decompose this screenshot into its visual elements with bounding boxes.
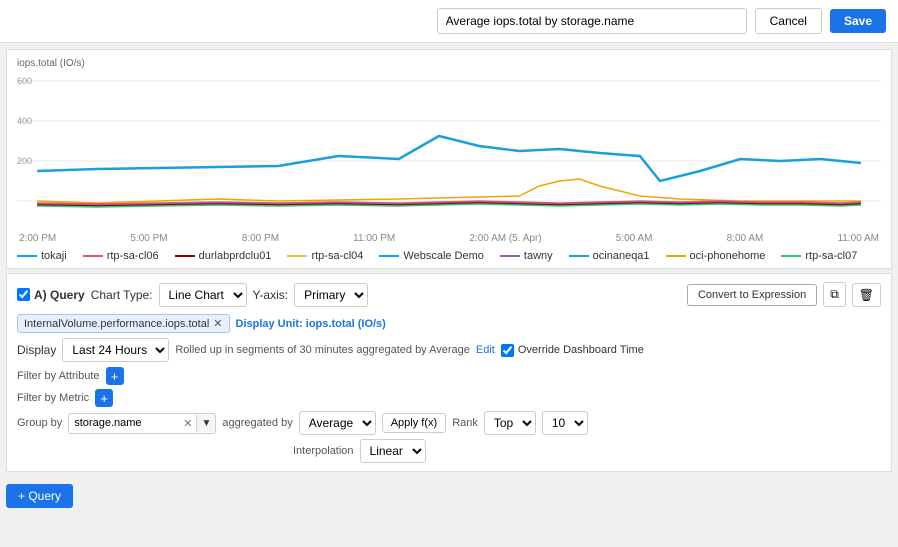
query-a-label: A) Query	[34, 288, 85, 302]
x-label: 2:00 AM (5. Apr)	[469, 233, 541, 244]
interp-label: Interpolation	[293, 445, 354, 457]
x-label: 2:00 PM	[19, 233, 56, 244]
filter-metric-row: Filter by Metric +	[17, 389, 881, 407]
rank-number-select[interactable]: 10	[542, 411, 588, 435]
group-by-input[interactable]	[69, 414, 179, 432]
svg-text:400: 400	[17, 116, 32, 126]
x-label: 5:00 PM	[130, 233, 167, 244]
display-label: Display	[17, 343, 56, 357]
group-by-dropdown-button[interactable]: ▼	[196, 415, 215, 432]
group-by-row: Group by ✕ ▼ aggregated by Average Apply…	[17, 411, 881, 435]
legend-item: tokaji	[17, 250, 67, 262]
chart-y-label: iops.total (IO/s)	[17, 58, 881, 69]
edit-link[interactable]: Edit	[476, 344, 495, 356]
svg-text:200: 200	[17, 156, 32, 166]
chart-type-select[interactable]: Line Chart	[159, 283, 247, 307]
interpolation-row: Interpolation Linear	[17, 439, 881, 463]
metric-tag-text: InternalVolume.performance.iops.total	[24, 318, 209, 330]
legend-item: tawny	[500, 250, 553, 262]
legend-item: oci-phonehome	[666, 250, 766, 262]
rank-value-select[interactable]: Top	[484, 411, 536, 435]
aggregated-by-label: aggregated by	[222, 417, 292, 429]
chart-legend: tokaji rtp-sa-cl06 durlabprdclu01 rtp-sa…	[17, 250, 881, 262]
group-by-clear-button[interactable]: ✕	[179, 414, 196, 433]
legend-item: rtp-sa-cl04	[287, 250, 363, 262]
apply-fn-button[interactable]: Apply f(x)	[382, 413, 446, 433]
group-by-label: Group by	[17, 417, 62, 429]
filter-attribute-row: Filter by Attribute +	[17, 367, 881, 385]
chart-svg: 600 400 200	[17, 71, 881, 231]
cancel-button[interactable]: Cancel	[755, 8, 822, 34]
title-input[interactable]	[437, 8, 747, 34]
legend-item: Webscale Demo	[379, 250, 484, 262]
x-label: 11:00 PM	[353, 233, 395, 244]
y-axis-select-wrap: Primary	[294, 283, 368, 307]
y-axis-label: Y-axis:	[253, 288, 289, 302]
legend-item: rtp-sa-cl06	[83, 250, 159, 262]
convert-expression-button[interactable]: Convert to Expression	[687, 284, 817, 306]
legend-item: rtp-sa-cl07	[781, 250, 857, 262]
legend-item: durlabprdclu01	[175, 250, 272, 262]
query-section: A) Query Chart Type: Line Chart Y-axis: …	[6, 273, 892, 472]
interp-select[interactable]: Linear	[360, 439, 426, 463]
x-label: 11:00 AM	[837, 233, 879, 244]
add-filter-attribute-button[interactable]: +	[106, 367, 124, 385]
top-bar: Cancel Save	[0, 0, 898, 43]
delete-icon-button[interactable]: 🗑	[852, 283, 881, 307]
save-button[interactable]: Save	[830, 9, 886, 33]
x-label: 8:00 AM	[727, 233, 764, 244]
query-row-3: Display Last 24 Hours Rolled up in segme…	[17, 338, 881, 362]
metric-tag: InternalVolume.performance.iops.total ✕	[17, 314, 230, 333]
chart-type-label: Chart Type:	[91, 288, 153, 302]
override-text: Override Dashboard Time	[518, 344, 644, 356]
x-label: 5:00 AM	[616, 233, 653, 244]
legend-item: ocinaneqa1	[569, 250, 650, 262]
metric-remove-button[interactable]: ✕	[213, 317, 222, 330]
chart-x-labels: 2:00 PM 5:00 PM 8:00 PM 11:00 PM 2:00 AM…	[17, 233, 881, 244]
chart-type-select-wrap: Line Chart	[159, 283, 247, 307]
copy-icon-button[interactable]: ⧉	[823, 282, 846, 307]
chart-section: iops.total (IO/s) 600 400 200 2:0	[6, 49, 892, 269]
query-row-2: InternalVolume.performance.iops.total ✕ …	[17, 314, 881, 333]
filter-attribute-label: Filter by Attribute	[17, 370, 100, 382]
add-query-button[interactable]: + Query	[6, 484, 73, 508]
rolled-text: Rolled up in segments of 30 minutes aggr…	[175, 344, 470, 356]
chart-area: 600 400 200	[17, 71, 881, 231]
rank-label: Rank	[452, 417, 478, 429]
time-range-select[interactable]: Last 24 Hours	[62, 338, 169, 362]
x-label: 8:00 PM	[242, 233, 279, 244]
display-unit-label[interactable]: Display Unit: iops.total (IO/s)	[236, 318, 386, 330]
group-by-input-wrap: ✕ ▼	[68, 413, 216, 434]
query-checkbox[interactable]	[17, 288, 30, 301]
svg-text:600: 600	[17, 76, 32, 86]
override-label[interactable]: Override Dashboard Time	[501, 344, 644, 357]
aggregated-by-select[interactable]: Average	[299, 411, 376, 435]
filter-metric-label: Filter by Metric	[17, 392, 89, 404]
query-row-1: A) Query Chart Type: Line Chart Y-axis: …	[17, 282, 881, 307]
y-axis-select[interactable]: Primary	[294, 283, 368, 307]
override-checkbox[interactable]	[501, 344, 514, 357]
add-filter-metric-button[interactable]: +	[95, 389, 113, 407]
query-checkbox-label[interactable]: A) Query	[17, 288, 85, 302]
